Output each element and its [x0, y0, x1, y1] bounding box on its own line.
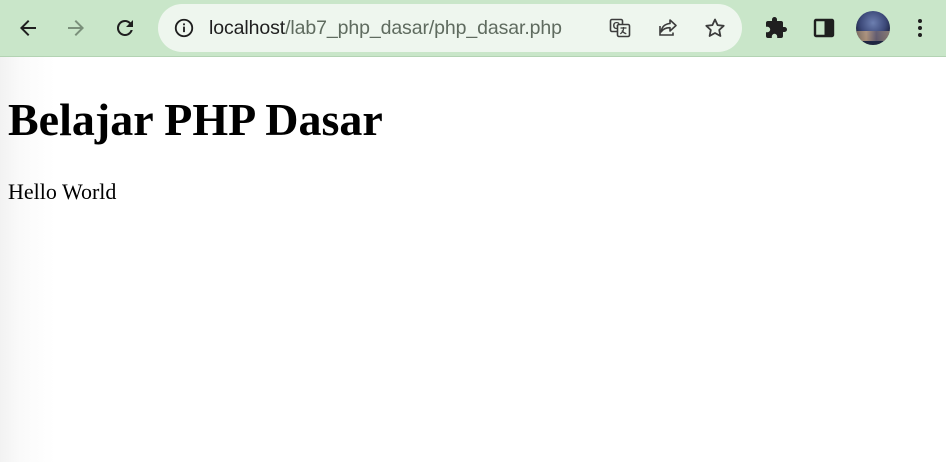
translate-button[interactable]: G — [608, 16, 632, 40]
menu-button[interactable] — [902, 10, 938, 46]
page-heading: Belajar PHP Dasar — [8, 94, 383, 145]
share-icon — [659, 19, 677, 36]
address-bar[interactable]: localhost/lab7_php_dasar/php_dasar.php G — [158, 4, 742, 52]
arrow-right-icon — [68, 20, 84, 36]
avatar-image — [856, 31, 890, 41]
browser-toolbar: localhost/lab7_php_dasar/php_dasar.php G — [0, 0, 946, 57]
reload-button[interactable] — [107, 10, 143, 46]
more-vert-icon — [918, 19, 922, 37]
site-info-button[interactable] — [172, 16, 196, 40]
forward-button[interactable] — [58, 10, 94, 46]
bookmark-button[interactable] — [703, 16, 727, 40]
arrow-left-icon — [20, 20, 36, 36]
url-text[interactable]: localhost/lab7_php_dasar/php_dasar.php — [209, 16, 562, 40]
hello-text: Hello World — [8, 179, 117, 204]
star-icon — [705, 18, 725, 37]
extensions-button[interactable] — [758, 10, 794, 46]
back-button[interactable] — [10, 10, 46, 46]
url-host: localhost — [209, 17, 286, 39]
reload-icon — [116, 19, 133, 36]
side-panel-button[interactable] — [806, 10, 842, 46]
profile-avatar[interactable] — [856, 11, 890, 45]
info-icon — [174, 18, 194, 38]
page-content: Belajar PHP Dasar Hello World — [0, 57, 946, 462]
puzzle-icon — [766, 17, 787, 38]
share-button[interactable] — [656, 16, 680, 40]
url-path: /lab7_php_dasar/php_dasar.php — [285, 17, 562, 39]
side-panel-icon — [813, 18, 835, 38]
translate-icon: G — [609, 18, 631, 38]
